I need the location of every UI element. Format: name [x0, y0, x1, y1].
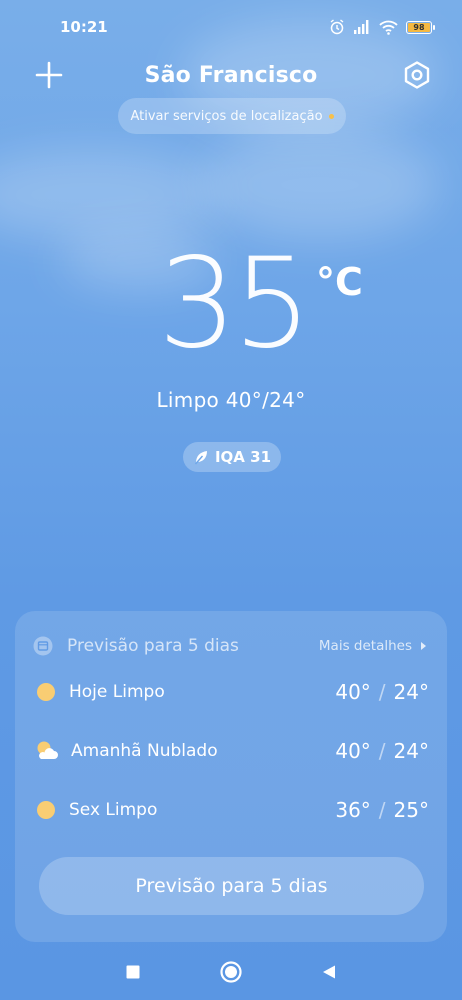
- forecast-low: 24°: [393, 739, 429, 763]
- forecast-title: Previsão para 5 dias: [67, 636, 239, 656]
- notification-dot: [328, 113, 334, 119]
- status-icons: 98: [329, 19, 435, 35]
- city-name[interactable]: São Francisco: [145, 63, 318, 88]
- forecast-high: 40°: [335, 680, 371, 704]
- recents-square-icon: [126, 965, 140, 979]
- partly-cloudy-icon: [37, 741, 58, 759]
- temperature-unit: °C: [316, 260, 363, 304]
- add-city-button[interactable]: [32, 58, 66, 92]
- plus-icon: [35, 61, 63, 89]
- current-temperature: 35: [158, 232, 312, 376]
- forecast-header: Previsão para 5 dias Mais detalhes: [15, 631, 447, 661]
- forecast-row-friday[interactable]: Sex Limpo 36° / 25°: [15, 790, 447, 830]
- leaf-icon: [194, 451, 207, 465]
- forecast-day-label: Hoje Limpo: [69, 682, 165, 702]
- system-nav-bar: [0, 952, 462, 992]
- wifi-icon: [379, 20, 398, 35]
- calendar-icon: [33, 636, 53, 656]
- back-triangle-icon: [323, 965, 335, 979]
- settings-hexagon-icon: [404, 61, 430, 89]
- current-condition: Limpo 40°/24°: [156, 388, 306, 412]
- forecast-high: 36°: [335, 798, 371, 822]
- sun-icon: [37, 683, 55, 701]
- back-button[interactable]: [316, 959, 342, 985]
- forecast-row-today[interactable]: Hoje Limpo 40° / 24°: [15, 672, 447, 712]
- temp-separator: /: [378, 680, 386, 704]
- sun-icon: [37, 801, 55, 819]
- forecast-row-tomorrow[interactable]: Amanhã Nublado 40° / 24°: [15, 731, 447, 771]
- alarm-icon: [330, 19, 344, 35]
- forecast-card: Previsão para 5 dias Mais detalhes Hoje …: [15, 611, 447, 942]
- forecast-high: 40°: [335, 739, 371, 763]
- more-details-link[interactable]: Mais detalhes: [319, 638, 427, 654]
- recents-button[interactable]: [120, 959, 146, 985]
- forecast-low: 25°: [393, 798, 429, 822]
- battery-icon: 98: [406, 20, 435, 34]
- settings-button[interactable]: [400, 58, 434, 92]
- aqi-badge[interactable]: IQA 31: [183, 442, 281, 472]
- temp-separator: /: [378, 739, 386, 763]
- aqi-value: IQA 31: [214, 448, 272, 466]
- home-button[interactable]: [218, 959, 244, 985]
- five-day-forecast-button[interactable]: Previsão para 5 dias: [39, 857, 424, 915]
- signal-icon: [354, 20, 369, 34]
- top-bar: São Francisco: [0, 52, 462, 98]
- home-circle-icon: [220, 961, 242, 983]
- forecast-day-label: Amanhã Nublado: [71, 741, 218, 761]
- enable-location-button[interactable]: Ativar serviços de localização: [118, 98, 346, 134]
- forecast-day-label: Sex Limpo: [69, 800, 158, 820]
- status-time: 10:21: [60, 18, 108, 36]
- battery-level: 98: [413, 22, 425, 32]
- temp-separator: /: [378, 798, 386, 822]
- location-prompt-text: Ativar serviços de localização: [130, 108, 323, 124]
- forecast-low: 24°: [393, 680, 429, 704]
- status-bar: 10:21 98: [0, 0, 462, 54]
- more-details-label: Mais detalhes: [318, 638, 412, 654]
- chevron-right-icon: [421, 642, 426, 650]
